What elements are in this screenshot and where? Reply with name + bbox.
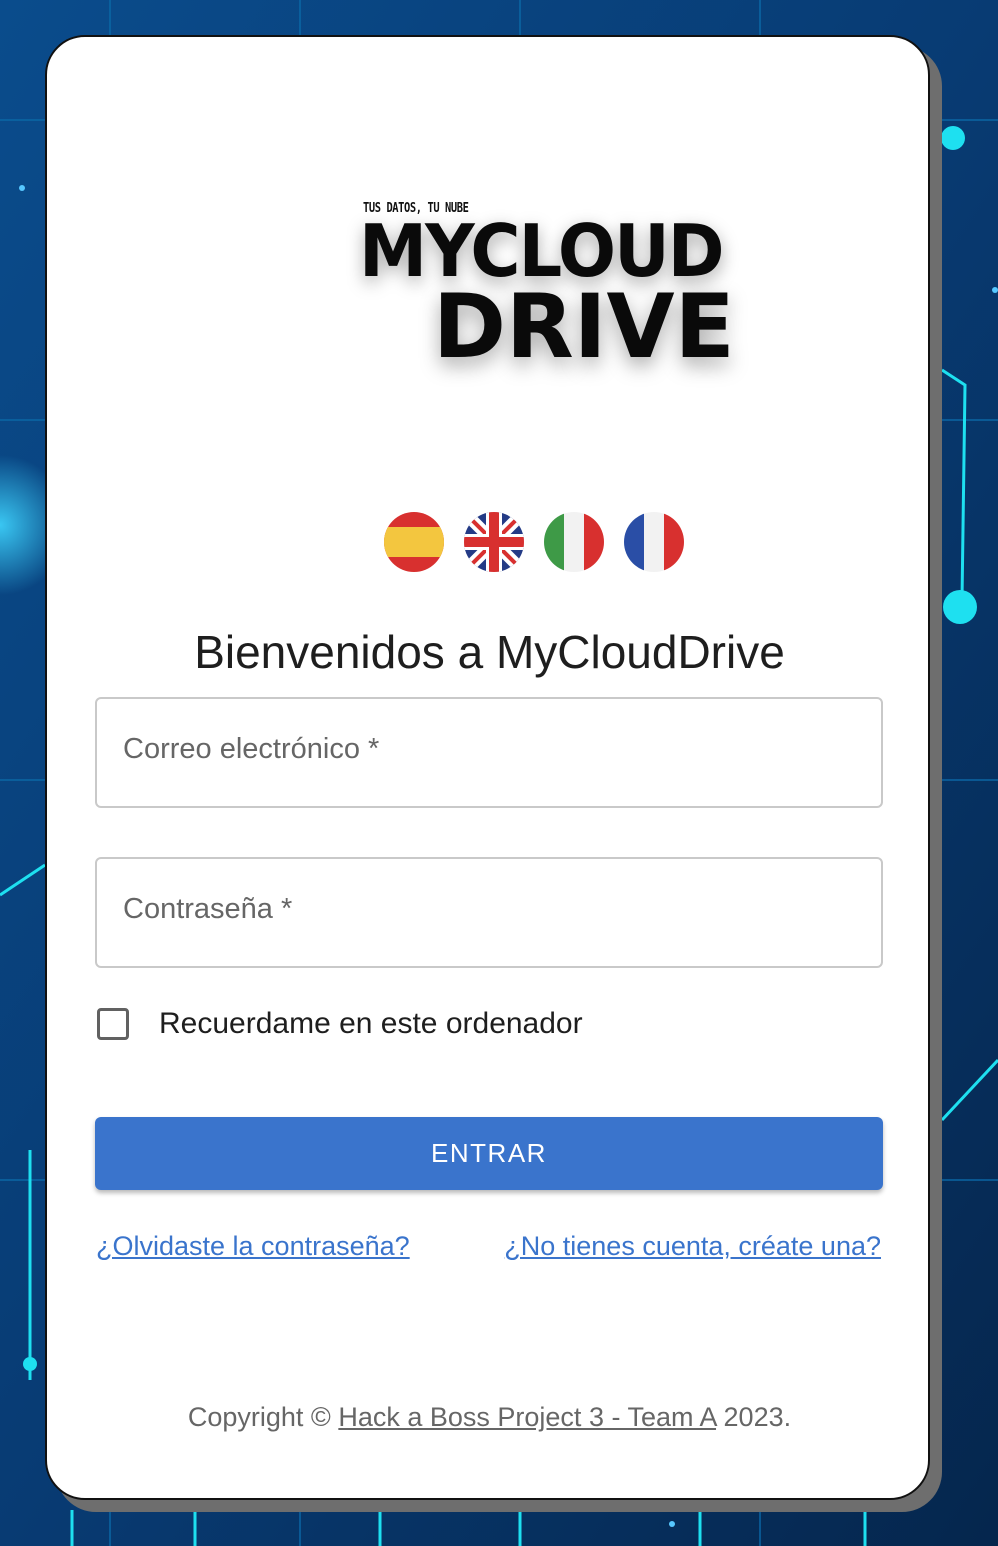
page-title: Bienvenidos a MyCloudDrive [194,626,785,678]
footer-copyright: Copyright © Hack a Boss Project 3 - Team… [47,1402,932,1433]
remember-checkbox[interactable] [97,1008,129,1040]
spain-flag-icon[interactable] [384,512,444,572]
login-button[interactable]: ENTRAR [95,1117,883,1190]
password-field[interactable]: Contraseña * [95,857,883,968]
logo-wordmark-line2: DRIVE [433,275,735,378]
remember-me: Recuerdame en este ordenador [97,1007,583,1041]
france-flag-icon[interactable] [624,512,684,572]
email-input[interactable] [97,699,881,806]
email-field[interactable]: Correo electrónico * [95,697,883,808]
footer-team-link[interactable]: Hack a Boss Project 3 - Team A [338,1402,716,1432]
language-selector [384,512,684,572]
remember-label[interactable]: Recuerdame en este ordenador [159,1007,583,1041]
login-card: TUS DATOS, TU NUBE MYCLOUD DRIVE Bienven… [45,35,930,1500]
uk-flag-icon[interactable] [464,512,524,572]
footer-year: 2023. [723,1402,792,1432]
app-logo: TUS DATOS, TU NUBE MYCLOUD DRIVE [337,187,737,407]
footer-prefix: Copyright © [187,1402,331,1432]
forgot-password-link[interactable]: ¿Olvidaste la contraseña? [96,1231,410,1262]
password-input[interactable] [97,859,881,966]
signup-link[interactable]: ¿No tienes cuenta, créate una? [504,1231,881,1262]
italy-flag-icon[interactable] [544,512,604,572]
